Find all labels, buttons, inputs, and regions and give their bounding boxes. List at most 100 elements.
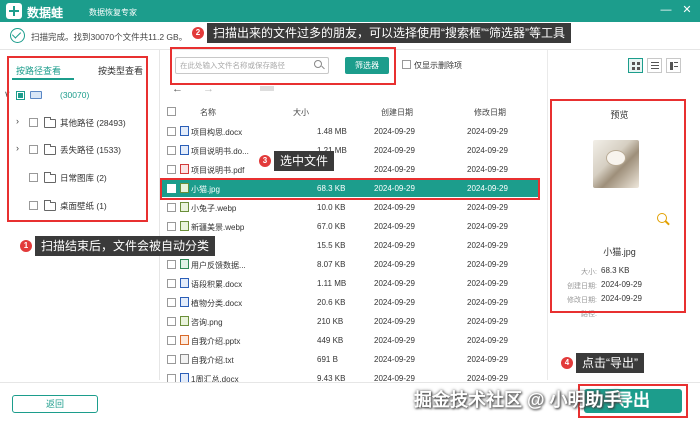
checkbox[interactable]: [29, 173, 38, 182]
file-size: 1.11 MB: [317, 279, 347, 288]
zoom-icon[interactable]: [657, 213, 667, 223]
back-arrow-icon[interactable]: ←: [172, 83, 183, 95]
row-checkbox[interactable]: [167, 222, 176, 231]
table-row[interactable]: 用户反馈数据... 8.07 KB 2024-09-29 2024-09-29: [162, 255, 540, 273]
row-checkbox[interactable]: [167, 260, 176, 269]
folder-icon: [44, 144, 56, 155]
preview-modified-label: 修改日期:: [567, 297, 597, 304]
file-modified: 2024-09-29: [467, 317, 508, 326]
check-circle-icon: [10, 28, 25, 43]
column-header-name[interactable]: 名称: [200, 107, 216, 118]
file-modified: 2024-09-29: [467, 336, 508, 345]
preview-created-label: 创建日期:: [567, 283, 597, 290]
sidebar-item-lost-path[interactable]: › 丢失路径 (1533): [16, 142, 146, 158]
table-row[interactable]: 小兔子.webp 10.0 KB 2024-09-29 2024-09-29: [162, 198, 540, 216]
row-checkbox[interactable]: [167, 165, 176, 174]
sidebar-item-gallery[interactable]: 日常图库 (2): [16, 170, 146, 186]
column-header-created[interactable]: 创建日期: [381, 107, 413, 118]
table-row[interactable]: 植物分类.docx 20.6 KB 2024-09-29 2024-09-29: [162, 293, 540, 311]
table-row[interactable]: 小猫.jpg 68.3 KB 2024-09-29 2024-09-29: [162, 179, 540, 197]
file-created: 2024-09-29: [374, 127, 415, 136]
table-row[interactable]: 自我介绍.txt 691 B 2024-09-29 2024-09-29: [162, 350, 540, 368]
file-size: 67.0 KB: [317, 222, 346, 231]
img-file-icon: [180, 316, 189, 326]
table-row[interactable]: 项目构思.docx 1.48 MB 2024-09-29 2024-09-29: [162, 122, 540, 140]
table-row[interactable]: 项目说明书.pdf 2024-09-29 2024-09-29: [162, 160, 540, 178]
table-row[interactable]: 新疆美景.webp 67.0 KB 2024-09-29 2024-09-29: [162, 217, 540, 235]
preview-created: 2024-09-29: [601, 280, 642, 289]
tab-by-type[interactable]: 按类型查看: [98, 64, 143, 77]
table-row[interactable]: 咨询.png 210 KB 2024-09-29 2024-09-29: [162, 312, 540, 330]
close-button[interactable]: ✕: [680, 3, 694, 17]
list-view-button[interactable]: [647, 58, 662, 73]
file-modified: 2024-09-29: [467, 355, 508, 364]
tree-root[interactable]: ∨ (30070): [4, 88, 144, 104]
sidebar-item-wallpaper[interactable]: 桌面壁纸 (1): [16, 198, 146, 214]
file-created: 2024-09-29: [374, 184, 415, 193]
column-header-size[interactable]: 大小: [293, 107, 309, 118]
file-name: 咨询.png: [191, 318, 223, 327]
app-logo-icon: [6, 3, 22, 19]
row-checkbox[interactable]: [167, 336, 176, 345]
table-row[interactable]: 自我介绍.pptx 449 KB 2024-09-29 2024-09-29: [162, 331, 540, 349]
root-checkbox[interactable]: [16, 91, 25, 100]
row-checkbox[interactable]: [167, 317, 176, 326]
scan-status-text: 扫描完成。找到30070个文件共11.2 GB。: [31, 32, 188, 42]
forward-arrow-icon[interactable]: →: [203, 83, 214, 95]
sidebar-item-label: 日常图库 (2): [60, 173, 107, 183]
table-row[interactable]: 项目说明书.do...1.21 MB2024-09-292024-09-29: [162, 141, 540, 159]
sidebar-item-other-path[interactable]: › 其他路径 (28493): [16, 115, 146, 131]
title-bar: 数据蛙 数据恢复专家 — ✕: [0, 0, 700, 22]
file-modified: 2024-09-29: [467, 184, 508, 193]
row-checkbox[interactable]: [167, 279, 176, 288]
app-name: 数据蛙: [27, 6, 64, 20]
file-size: 449 KB: [317, 336, 344, 345]
table-row[interactable]: 语段积累.docx 1.11 MB 2024-09-29 2024-09-29: [162, 274, 540, 292]
file-size: 210 KB: [317, 317, 344, 326]
detail-view-icon: [670, 62, 673, 70]
chevron-right-icon[interactable]: ›: [16, 116, 19, 126]
chevron-right-icon[interactable]: ›: [16, 143, 19, 153]
select-all-checkbox[interactable]: [167, 107, 176, 116]
table-row[interactable]: 15.5 KB 2024-09-29 2024-09-29: [162, 236, 540, 254]
preview-title: 预览: [610, 110, 629, 120]
file-created: 2024-09-29: [374, 241, 415, 250]
row-checkbox[interactable]: [167, 203, 176, 212]
filter-button[interactable]: 筛选器: [345, 57, 389, 74]
breadcrumb: [260, 86, 274, 91]
file-name: 用户反馈数据...: [191, 261, 246, 270]
search-icon[interactable]: [314, 60, 322, 68]
word-file-icon: [180, 145, 189, 155]
detail-view-button[interactable]: [666, 58, 681, 73]
row-checkbox[interactable]: [167, 184, 176, 193]
back-button[interactable]: 返回: [12, 395, 98, 413]
word-file-icon: [180, 297, 189, 307]
checkbox[interactable]: [29, 145, 38, 154]
checkbox[interactable]: [29, 118, 38, 127]
callout-number: 1: [20, 240, 32, 252]
column-header-modified[interactable]: 修改日期: [474, 107, 506, 118]
file-created: 2024-09-29: [374, 146, 415, 155]
deleted-only-checkbox[interactable]: [402, 60, 411, 69]
row-checkbox[interactable]: [167, 146, 176, 155]
file-modified: 2024-09-29: [467, 146, 508, 155]
file-size: 8.07 KB: [317, 260, 346, 269]
file-name: 小猫.jpg: [191, 185, 220, 194]
grid-view-button[interactable]: [628, 58, 643, 73]
file-created: 2024-09-29: [374, 222, 415, 231]
checkbox[interactable]: [29, 201, 38, 210]
chevron-down-icon[interactable]: ∨: [4, 89, 11, 100]
tab-by-path[interactable]: 按路径查看: [16, 64, 61, 77]
file-created: 2024-09-29: [374, 165, 415, 174]
search-input[interactable]: 在此处输入文件名称或保存路径: [175, 57, 329, 74]
word-file-icon: [180, 126, 189, 136]
row-checkbox[interactable]: [167, 355, 176, 364]
file-name: 项目说明书.pdf: [191, 166, 245, 175]
file-created: 2024-09-29: [374, 336, 415, 345]
minimize-button[interactable]: —: [659, 3, 673, 17]
file-name: 植物分类.docx: [191, 299, 243, 308]
row-checkbox[interactable]: [167, 298, 176, 307]
file-created: 2024-09-29: [374, 355, 415, 364]
file-created: 2024-09-29: [374, 260, 415, 269]
row-checkbox[interactable]: [167, 127, 176, 136]
